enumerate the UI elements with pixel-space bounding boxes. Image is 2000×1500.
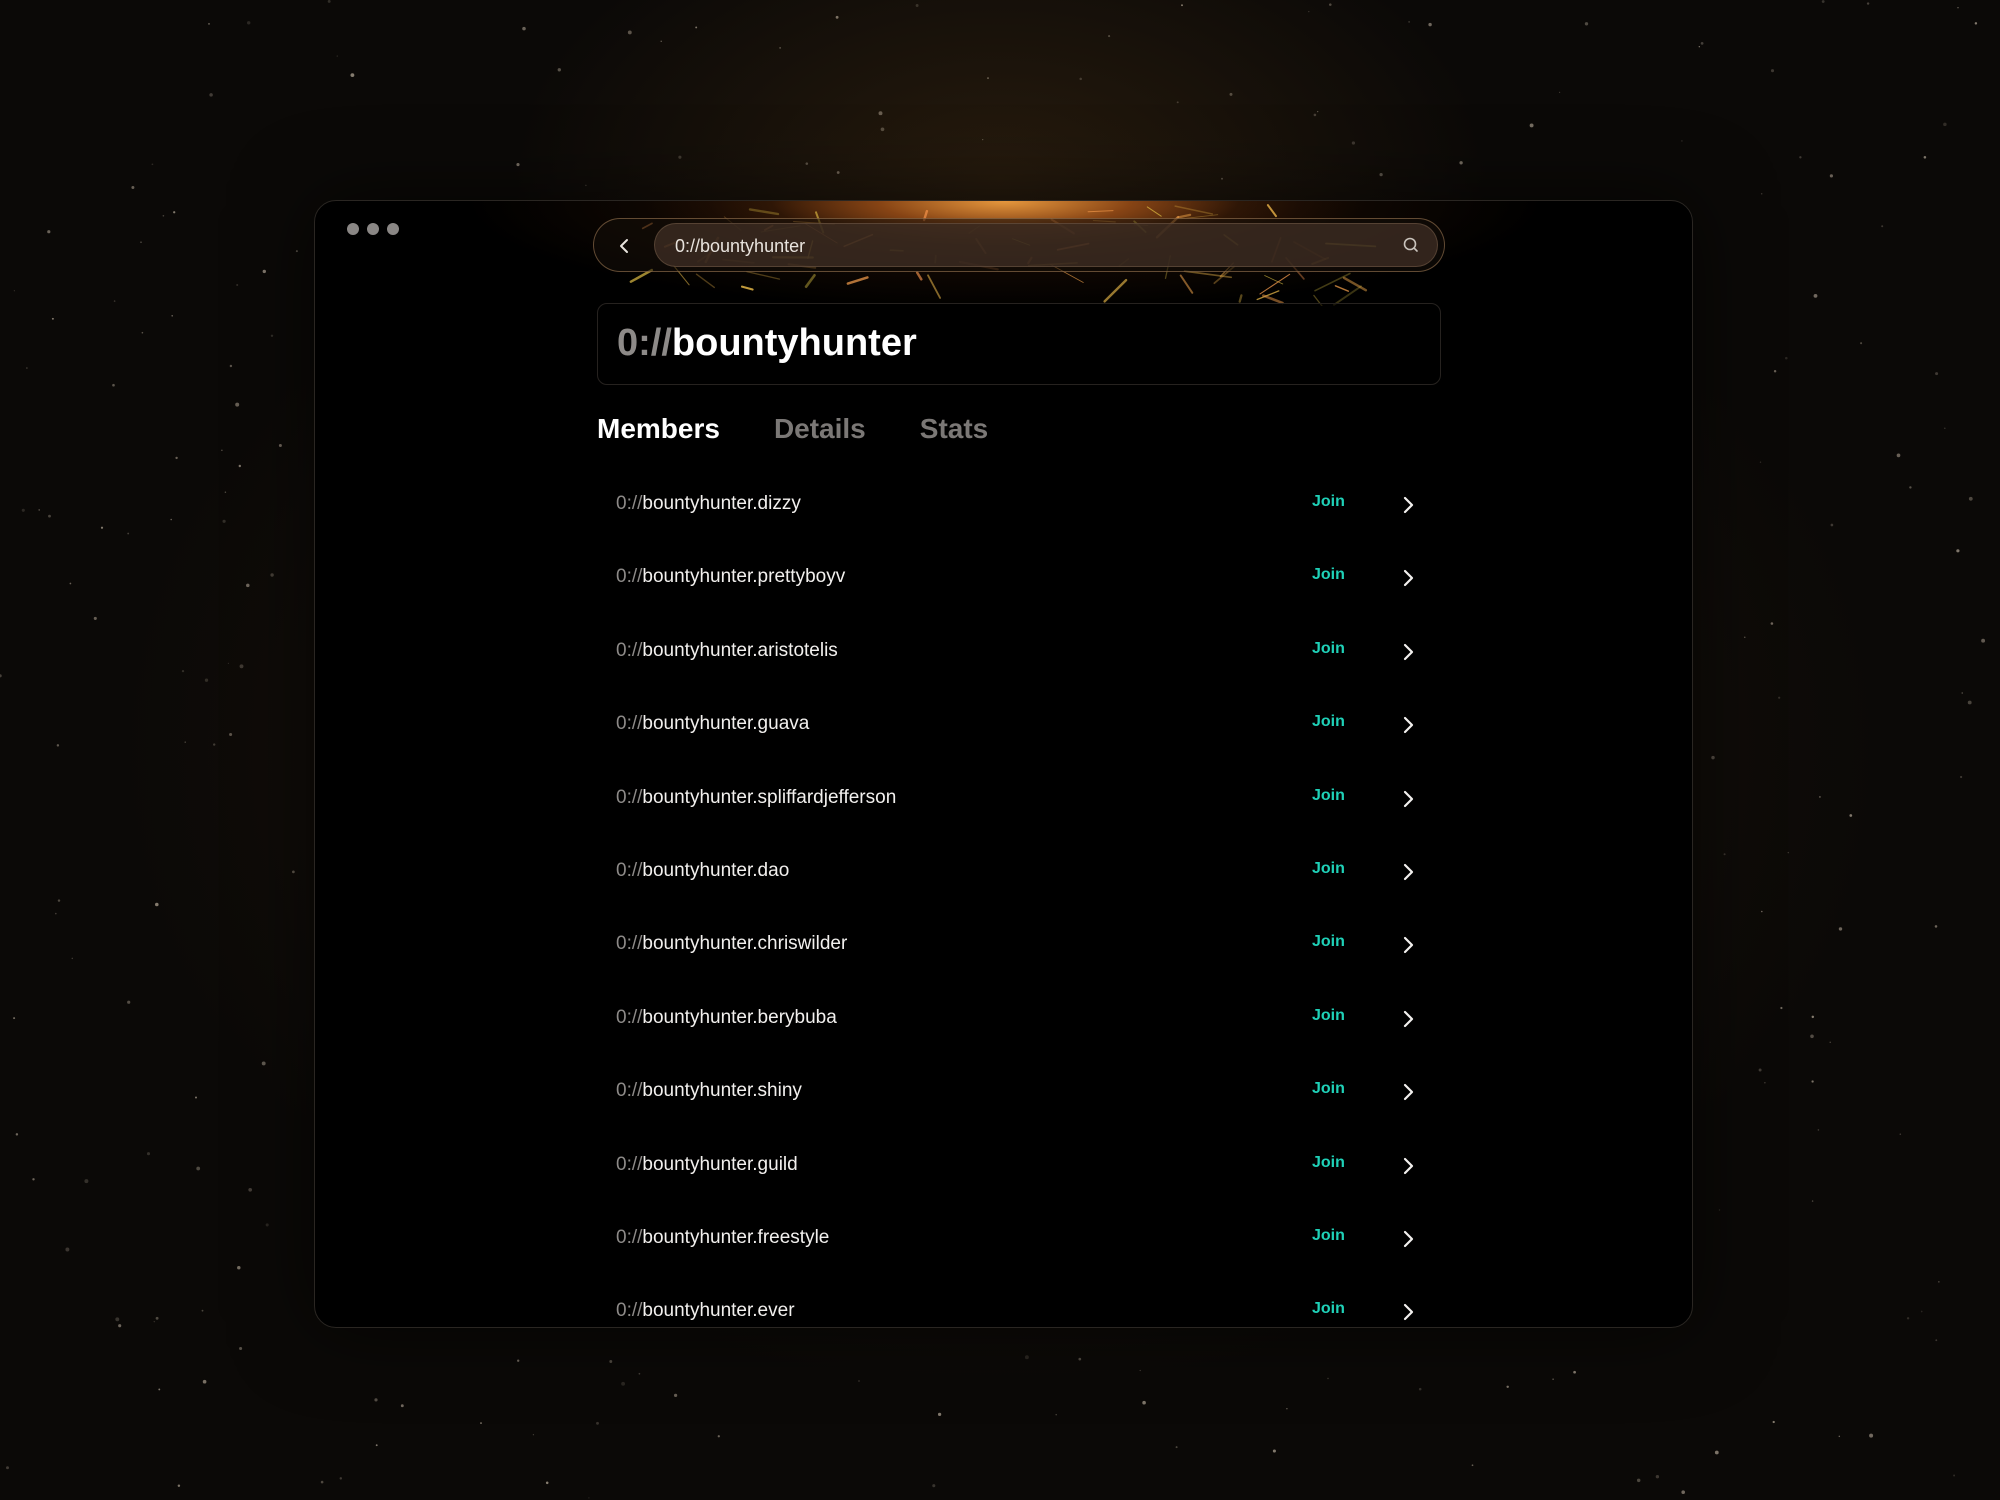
url-field-container xyxy=(654,223,1438,268)
url-input[interactable] xyxy=(673,224,1377,268)
member-name-handle: bountyhunter.shiny xyxy=(642,1080,802,1102)
member-name-prefix: 0:// xyxy=(616,933,643,955)
member-name-handle: bountyhunter.guild xyxy=(642,1153,798,1175)
member-name-handle: bountyhunter.prettyboyv xyxy=(642,566,846,588)
join-button[interactable]: Join xyxy=(1312,566,1345,584)
member-name-prefix: 0:// xyxy=(616,566,643,588)
member-row[interactable]: 0://bountyhunter.dao Join xyxy=(597,842,1441,902)
member-name: 0://bountyhunter.prettyboyv xyxy=(616,566,845,588)
tab-stats[interactable]: Stats xyxy=(920,413,988,445)
member-row[interactable]: 0://bountyhunter.aristotelis Join xyxy=(597,622,1441,682)
member-row[interactable]: 0://bountyhunter.guava Join xyxy=(597,695,1441,755)
chevron-right-icon[interactable] xyxy=(1397,933,1419,957)
chevron-left-icon xyxy=(620,239,628,253)
member-name-handle: bountyhunter.dizzy xyxy=(642,493,801,514)
member-name: 0://bountyhunter.spliffardjefferson xyxy=(616,787,896,809)
chevron-right-icon[interactable] xyxy=(1397,1080,1419,1104)
member-name-prefix: 0:// xyxy=(616,1227,643,1248)
member-row[interactable]: 0://bountyhunter.freestyle Join xyxy=(597,1209,1441,1269)
window-dot[interactable] xyxy=(367,223,379,235)
window-dot[interactable] xyxy=(387,223,399,235)
chevron-right-icon[interactable] xyxy=(1397,640,1419,664)
member-name-handle: bountyhunter.ever xyxy=(642,1300,795,1322)
member-row[interactable]: 0://bountyhunter.ever Join xyxy=(597,1282,1441,1327)
member-row[interactable]: 0://bountyhunter.guild Join xyxy=(597,1136,1441,1196)
member-name-prefix: 0:// xyxy=(616,713,643,735)
member-row[interactable]: 0://bountyhunter.prettyboyv Join xyxy=(597,548,1441,608)
window-controls[interactable] xyxy=(347,223,399,235)
member-row[interactable]: 0://bountyhunter.spliffardjefferson Join xyxy=(597,769,1441,829)
tab-details[interactable]: Details xyxy=(774,413,866,445)
member-name-prefix: 0:// xyxy=(616,786,643,808)
join-button[interactable]: Join xyxy=(1312,1007,1345,1025)
address-bar xyxy=(593,218,1445,272)
desktop-background: 0://bountyhunter Members Details Stats 0… xyxy=(0,0,2000,1500)
member-name: 0://bountyhunter.ever xyxy=(616,1300,795,1322)
member-name-prefix: 0:// xyxy=(616,1153,643,1175)
chevron-right-icon[interactable] xyxy=(1397,1227,1419,1251)
member-row[interactable]: 0://bountyhunter.chriswilder Join xyxy=(597,915,1441,975)
search-button[interactable] xyxy=(1401,235,1421,255)
join-button[interactable]: Join xyxy=(1312,1154,1345,1172)
member-name-prefix: 0:// xyxy=(616,493,643,514)
member-name: 0://bountyhunter.aristotelis xyxy=(616,640,838,662)
join-button[interactable]: Join xyxy=(1312,1300,1345,1318)
chevron-right-icon[interactable] xyxy=(1397,566,1419,590)
window-dot[interactable] xyxy=(347,223,359,235)
member-name: 0://bountyhunter.dizzy xyxy=(616,493,801,515)
chevron-right-icon[interactable] xyxy=(1397,787,1419,811)
member-name: 0://bountyhunter.guild xyxy=(616,1154,798,1176)
join-button[interactable]: Join xyxy=(1312,493,1345,511)
member-name-handle: bountyhunter.spliffardjefferson xyxy=(642,786,897,808)
chevron-right-icon[interactable] xyxy=(1397,713,1419,737)
join-button[interactable]: Join xyxy=(1312,933,1345,951)
tab-members[interactable]: Members xyxy=(597,413,720,445)
page-title-prefix: 0:// xyxy=(617,322,672,364)
member-name: 0://bountyhunter.freestyle xyxy=(616,1227,829,1249)
chevron-right-icon[interactable] xyxy=(1397,1007,1419,1031)
member-list: 0://bountyhunter.dizzy Join 0://bountyhunt… xyxy=(597,475,1441,1327)
member-name-prefix: 0:// xyxy=(616,860,643,881)
member-name: 0://bountyhunter.guava xyxy=(616,713,809,735)
chevron-right-icon[interactable] xyxy=(1397,493,1419,517)
chevron-right-icon[interactable] xyxy=(1397,860,1419,884)
page-title: 0://bountyhunter xyxy=(617,322,917,365)
member-name-prefix: 0:// xyxy=(616,1300,643,1322)
member-name-handle: bountyhunter.dao xyxy=(642,860,790,881)
member-row[interactable]: 0://bountyhunter.shiny Join xyxy=(597,1062,1441,1122)
member-name-handle: bountyhunter.aristotelis xyxy=(642,639,838,661)
join-button[interactable]: Join xyxy=(1312,787,1345,805)
member-row[interactable]: 0://bountyhunter.dizzy Join xyxy=(597,475,1441,535)
back-button[interactable] xyxy=(608,229,642,263)
chevron-right-icon[interactable] xyxy=(1397,1300,1419,1324)
member-name: 0://bountyhunter.berybuba xyxy=(616,1007,837,1029)
join-button[interactable]: Join xyxy=(1312,713,1345,731)
member-row[interactable]: 0://bountyhunter.berybuba Join xyxy=(597,989,1441,1049)
page-title-card: 0://bountyhunter xyxy=(597,303,1441,385)
chevron-right-icon[interactable] xyxy=(1397,1154,1419,1178)
join-button[interactable]: Join xyxy=(1312,640,1345,658)
join-button[interactable]: Join xyxy=(1312,1080,1345,1098)
browser-window: 0://bountyhunter Members Details Stats 0… xyxy=(314,200,1693,1328)
member-name-handle: bountyhunter.chriswilder xyxy=(642,933,848,955)
member-name-prefix: 0:// xyxy=(616,639,643,661)
member-name-handle: bountyhunter.freestyle xyxy=(642,1227,830,1248)
member-name-prefix: 0:// xyxy=(616,1006,643,1028)
join-button[interactable]: Join xyxy=(1312,1227,1345,1245)
member-name: 0://bountyhunter.chriswilder xyxy=(616,933,847,955)
member-name-prefix: 0:// xyxy=(616,1080,643,1102)
member-name-handle: bountyhunter.berybuba xyxy=(642,1006,837,1028)
member-name-handle: bountyhunter.guava xyxy=(642,713,810,735)
tab-bar: Members Details Stats xyxy=(597,413,988,445)
member-name: 0://bountyhunter.shiny xyxy=(616,1080,802,1102)
page-title-name: bountyhunter xyxy=(671,322,917,364)
search-icon xyxy=(1403,237,1418,252)
member-name: 0://bountyhunter.dao xyxy=(616,860,789,882)
join-button[interactable]: Join xyxy=(1312,860,1345,878)
